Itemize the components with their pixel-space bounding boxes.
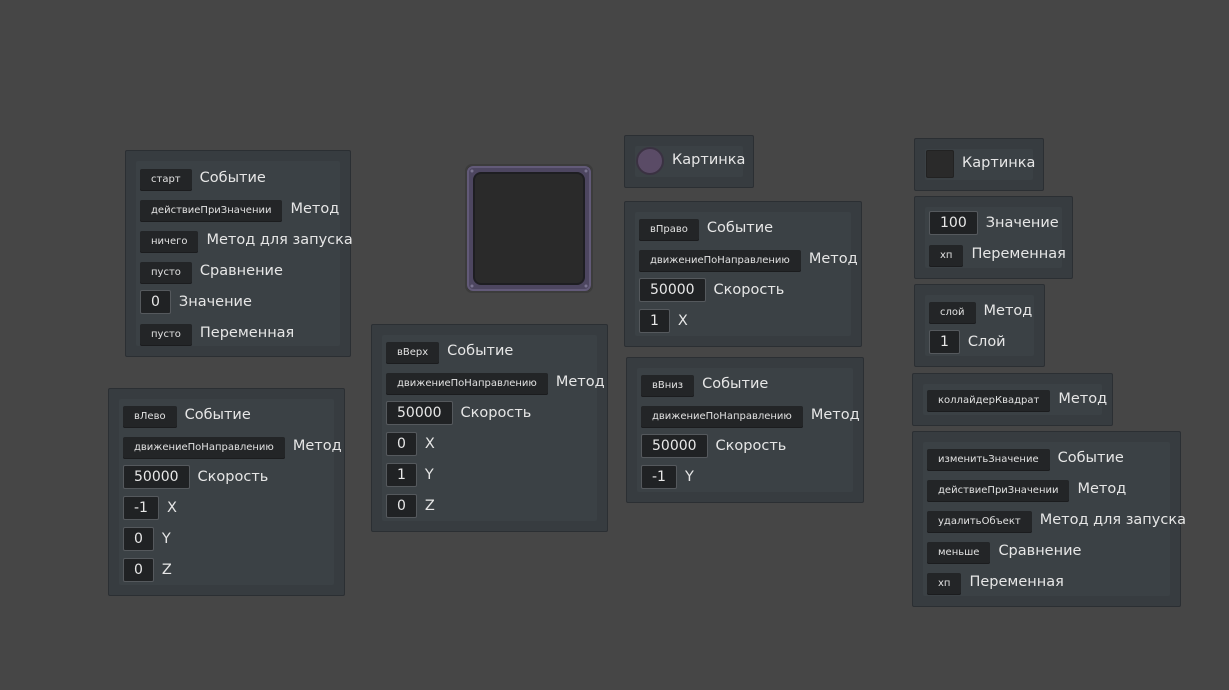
y-input[interactable]: -1 [641,465,677,489]
event-chip[interactable]: вВниз [641,375,695,397]
component-panel-right[interactable]: вПраво Событие движениеПоНаправлению Метод… [624,201,862,347]
value-input[interactable]: 0 [140,290,171,314]
layer-input[interactable]: 1 [929,330,960,354]
field-label: Переменная [199,325,295,341]
method-chip[interactable]: действиеПриЗначении [140,200,283,222]
method-chip[interactable]: движениеПоНаправлению [639,250,801,272]
field-label: Значение [985,215,1059,231]
sprite-frame-icon[interactable] [465,164,593,293]
image-panel-circle[interactable]: Картинка [624,135,754,188]
method-chip[interactable]: движениеПоНаправлению [386,373,548,395]
field-label: Событие [447,343,514,359]
field-label: Событие [199,170,266,186]
field-label: X [677,313,688,329]
value-input[interactable]: 100 [929,211,978,235]
field-label: Скорость [460,405,532,421]
component-panel-down[interactable]: вВниз Событие движениеПоНаправлению Метод … [626,357,864,503]
field-label: Метод [555,374,605,390]
y-input[interactable]: 1 [386,463,417,487]
field-label: Метод [983,303,1033,319]
variable-chip[interactable]: хп [927,573,962,595]
speed-input[interactable]: 50000 [123,465,190,489]
event-chip[interactable]: старт [140,169,192,191]
field-label: Метод [810,407,860,423]
x-input[interactable]: 1 [639,309,670,333]
field-label: Слой [967,334,1006,350]
circle-sprite-icon [636,147,664,175]
event-chip[interactable]: вВерх [386,342,440,364]
field-label: Метод [292,438,342,454]
speed-input[interactable]: 50000 [386,401,453,425]
field-label: Метод для запуска [1039,512,1186,528]
component-panel-up[interactable]: вВерх Событие движениеПоНаправлению Метод … [371,324,608,532]
field-label: Событие [1057,450,1124,466]
x-input[interactable]: 0 [386,432,417,456]
method-chip[interactable]: действиеПриЗначении [927,480,1070,502]
speed-input[interactable]: 50000 [641,434,708,458]
field-label: X [424,436,435,452]
field-label: Метод для запуска [206,232,353,248]
field-label: Скорость [715,438,787,454]
method-chip[interactable]: движениеПоНаправлению [641,406,803,428]
field-label: Переменная [969,574,1064,590]
x-input[interactable]: -1 [123,496,159,520]
event-chip[interactable]: вЛево [123,406,177,428]
field-label: Сравнение [199,263,283,279]
field-label: Сравнение [998,543,1082,559]
field-label: Y [161,531,171,547]
field-label: Скорость [197,469,269,485]
image-label: Картинка [672,152,746,168]
component-panel-start[interactable]: старт Событие действиеПриЗначении Метод ни… [125,150,353,357]
component-panel-layer[interactable]: слой Метод 1 Слой [914,284,1045,367]
field-label: Метод [1077,481,1127,497]
field-label: Событие [184,407,251,423]
z-input[interactable]: 0 [123,558,154,582]
run-method-chip[interactable]: ничего [140,231,199,253]
variable-chip[interactable]: хп [929,245,964,267]
z-input[interactable]: 0 [386,494,417,518]
comparison-chip[interactable]: меньше [927,542,991,564]
square-sprite-icon [926,150,954,178]
speed-input[interactable]: 50000 [639,278,706,302]
scene-canvas: старт Событие действиеПриЗначении Метод ни… [0,0,1229,690]
field-label: Z [161,562,172,578]
event-chip[interactable]: вПраво [639,219,699,241]
component-panel-collider[interactable]: коллайдерКвадрат Метод [912,373,1113,426]
field-label: Значение [178,294,252,310]
event-chip[interactable]: изменитьЗначение [927,449,1050,471]
run-method-chip[interactable]: удалитьОбъект [927,511,1032,533]
image-label: Картинка [962,155,1036,171]
field-label: X [166,500,177,516]
field-label: Y [424,467,434,483]
component-panel-change-value[interactable]: изменитьЗначение Событие действиеПриЗначе… [912,431,1186,607]
component-panel-left[interactable]: вЛево Событие движениеПоНаправлению Метод … [108,388,345,596]
variable-chip[interactable]: пусто [140,324,192,346]
field-label: Метод [290,201,340,217]
field-label: Переменная [971,246,1066,262]
field-label: Метод [1058,391,1108,407]
field-label: Скорость [713,282,785,298]
y-input[interactable]: 0 [123,527,154,551]
field-label: Z [424,498,435,514]
field-label: Метод [808,251,858,267]
method-chip[interactable]: слой [929,302,976,324]
method-chip[interactable]: движениеПоНаправлению [123,437,285,459]
field-label: Y [684,469,694,485]
image-panel-square[interactable]: Картинка [914,138,1044,191]
field-label: Событие [706,220,774,236]
component-panel-value[interactable]: 100 Значение хп Переменная [914,196,1073,279]
method-chip[interactable]: коллайдерКвадрат [927,390,1051,412]
comparison-chip[interactable]: пусто [140,262,192,284]
field-label: Событие [702,376,769,392]
